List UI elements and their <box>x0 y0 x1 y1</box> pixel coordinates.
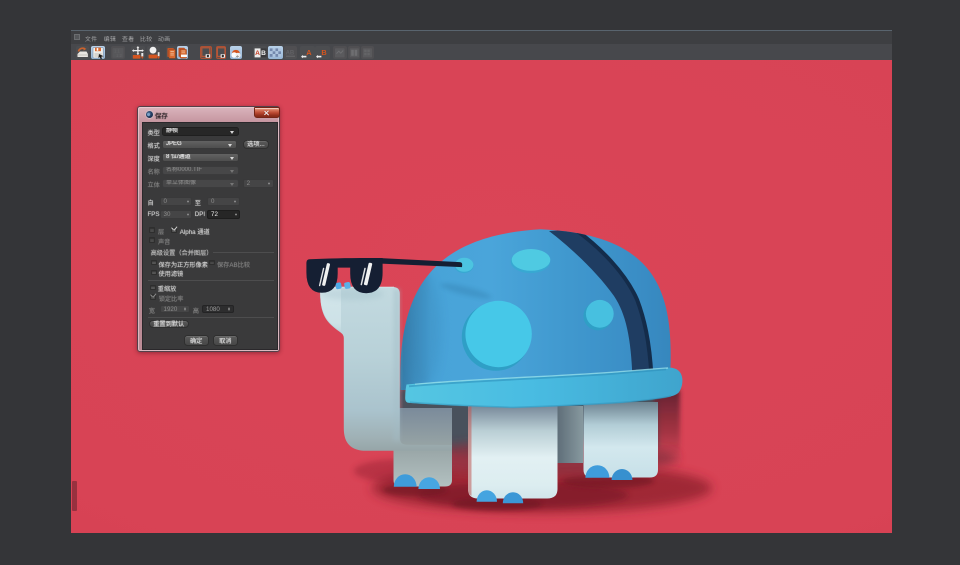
svg-text:B: B <box>321 47 326 56</box>
svg-text:A: A <box>306 47 312 56</box>
svg-text:A: A <box>255 50 260 57</box>
svg-text:B: B <box>261 50 266 57</box>
svg-text:1:2: 1:2 <box>116 52 122 57</box>
